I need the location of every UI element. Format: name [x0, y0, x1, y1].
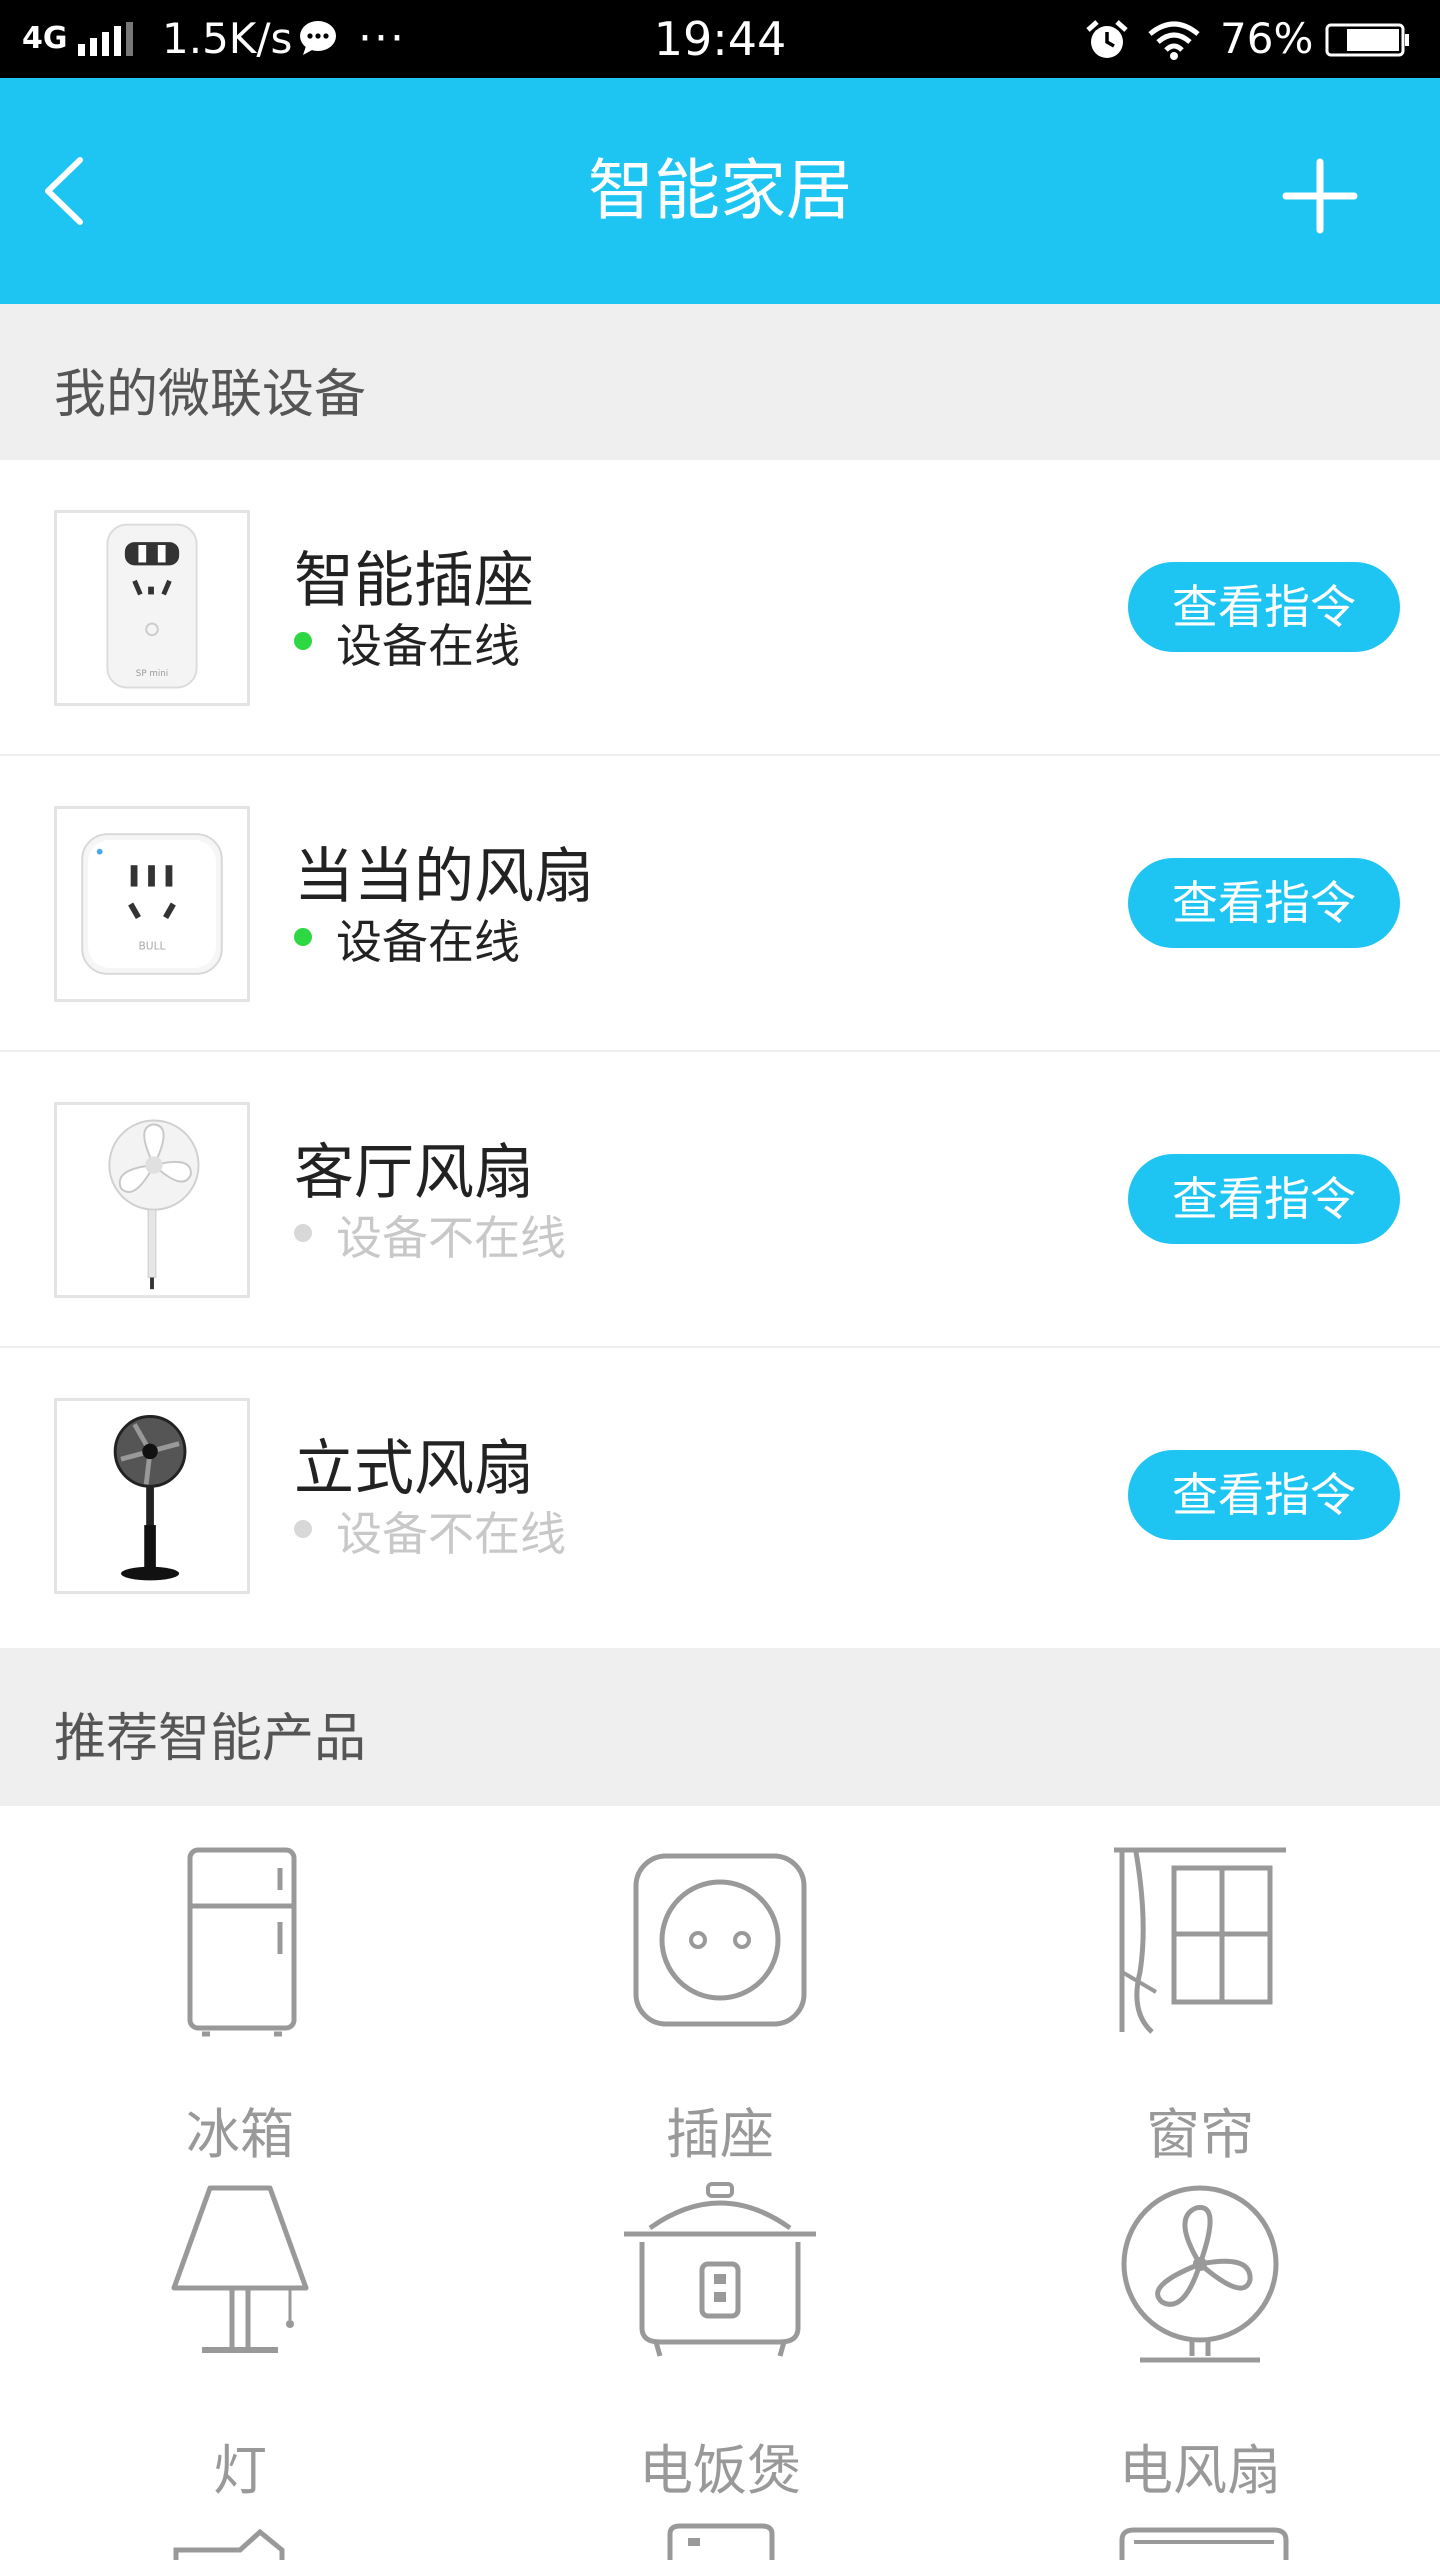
product-fridge[interactable]: 冰箱	[0, 1842, 480, 2182]
device-status: 设备不在线	[336, 1507, 566, 1561]
device-row[interactable]: 立式风扇 设备不在线 查看指令	[0, 1348, 1440, 1644]
socket-icon	[633, 1853, 807, 2027]
view-commands-button[interactable]: 查看指令	[1128, 562, 1400, 652]
device-status: 设备在线	[336, 619, 520, 673]
add-device-plus-icon[interactable]	[1280, 156, 1360, 236]
product-rice-cooker[interactable]: 电饭煲	[480, 2178, 960, 2518]
offline-status-dot	[294, 1520, 312, 1538]
online-status-dot	[294, 632, 312, 650]
svg-text:SP mini: SP mini	[136, 669, 168, 679]
partial-product-icon	[667, 2523, 775, 2560]
alarm-icon	[1086, 20, 1128, 58]
smart-socket-thumbnail: BULL	[54, 806, 250, 1002]
status-bar: 4G 1.5K/s ··· 19:44 76%	[0, 0, 1440, 78]
product-label: 冰箱	[186, 2103, 294, 2166]
smart-plug-thumbnail: SP mini	[54, 510, 250, 706]
recommended-products-grid: 冰箱 插座 窗帘 灯 电饭煲 电风扇	[0, 1806, 1440, 2560]
section-title: 推荐智能产品	[54, 1709, 367, 1769]
wifi-icon	[1148, 21, 1200, 60]
view-commands-button[interactable]: 查看指令	[1128, 1450, 1400, 1540]
product-label: 电风扇	[1119, 2439, 1281, 2502]
online-status-dot	[294, 928, 312, 946]
product-label: 电饭煲	[639, 2439, 801, 2502]
page-title: 智能家居	[588, 152, 852, 229]
lamp-icon	[171, 2185, 309, 2353]
offline-status-dot	[294, 1224, 312, 1242]
device-name: 当当的风扇	[294, 842, 594, 912]
product-curtain[interactable]: 窗帘	[960, 1842, 1440, 2182]
device-row[interactable]: SP mini 智能插座 设备在线 查看指令	[0, 460, 1440, 756]
fridge-icon	[187, 1847, 297, 2037]
rice-cooker-icon	[624, 2182, 816, 2357]
svg-text:BULL: BULL	[139, 940, 166, 953]
device-status: 设备在线	[336, 915, 520, 969]
partial-product-icon	[1119, 2527, 1289, 2560]
device-name: 客厅风扇	[294, 1138, 534, 1208]
recommended-section-header: 推荐智能产品	[0, 1648, 1440, 1806]
fan-icon	[1121, 2185, 1279, 2363]
product-lamp[interactable]: 灯	[0, 2178, 480, 2518]
product-socket[interactable]: 插座	[480, 1842, 960, 2182]
product-label: 插座	[666, 2103, 774, 2166]
view-commands-button[interactable]: 查看指令	[1128, 858, 1400, 948]
device-name: 智能插座	[294, 546, 534, 616]
product-label: 灯	[213, 2439, 267, 2502]
product-label: 窗帘	[1146, 2103, 1254, 2166]
view-commands-button[interactable]: 查看指令	[1128, 1154, 1400, 1244]
device-status: 设备不在线	[336, 1211, 566, 1265]
app-bar: 智能家居	[0, 78, 1440, 304]
product-fan[interactable]: 电风扇	[960, 2178, 1440, 2518]
my-devices-section-header: 我的微联设备	[0, 304, 1440, 460]
white-fan-thumbnail	[54, 1102, 250, 1298]
battery-icon	[1325, 23, 1409, 57]
section-title: 我的微联设备	[54, 365, 367, 425]
partial-product-icon	[173, 2528, 285, 2560]
device-row[interactable]: 客厅风扇 设备不在线 查看指令	[0, 1052, 1440, 1348]
device-name: 立式风扇	[294, 1434, 534, 1504]
curtain-icon	[1114, 1847, 1286, 2034]
device-row[interactable]: BULL 当当的风扇 设备在线 查看指令	[0, 756, 1440, 1052]
battery-percent: 76%	[1220, 14, 1314, 63]
black-fan-thumbnail	[54, 1398, 250, 1594]
